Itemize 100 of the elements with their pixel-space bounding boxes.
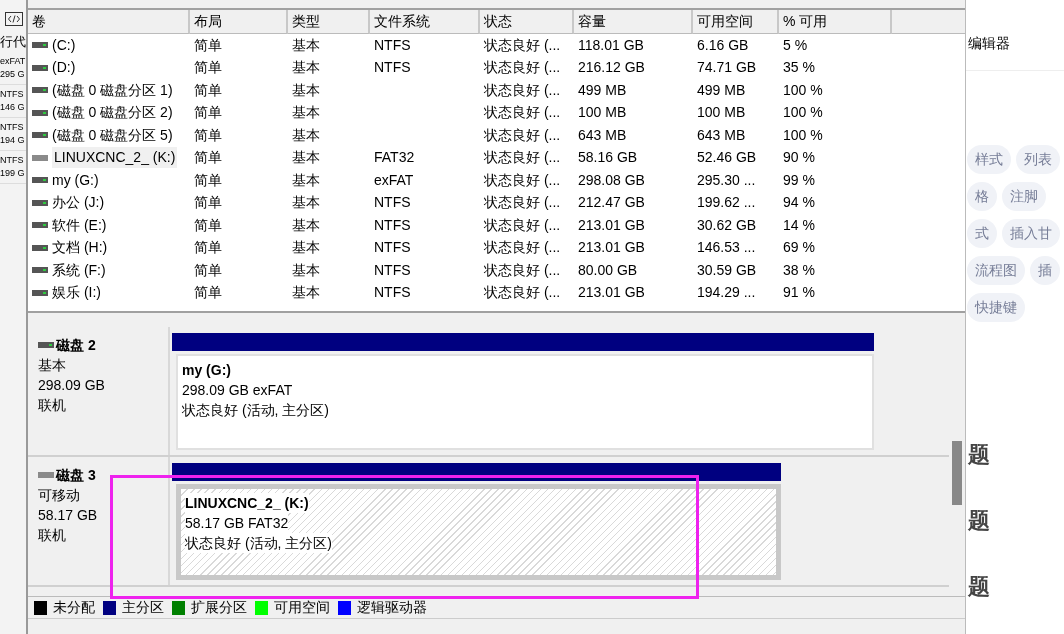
table-cell-text: 118.01 GB bbox=[578, 35, 644, 55]
table-cell-text: 295.30 ... bbox=[697, 170, 756, 190]
table-cell-text: 212.47 GB bbox=[578, 193, 645, 213]
table-cell[interactable]: LINUXCNC_2_ (K:) bbox=[52, 147, 178, 169]
table-cell-text: 14 % bbox=[783, 215, 815, 235]
column-header[interactable]: 文件系统 bbox=[370, 10, 480, 34]
table-cell-text: 499 MB bbox=[697, 80, 746, 100]
background-text: 295 G bbox=[0, 67, 26, 81]
tag-chip[interactable]: 插入甘 bbox=[1002, 219, 1060, 248]
column-header[interactable]: 类型 bbox=[288, 10, 370, 34]
table-cell[interactable]: (磁盘 0 磁盘分区 1) bbox=[52, 79, 173, 101]
table-cell-text: 35 % bbox=[783, 58, 815, 78]
column-header[interactable]: 容量 bbox=[574, 10, 693, 34]
table-cell-text: 简单 bbox=[194, 215, 222, 235]
tag-chip[interactable]: 样式 bbox=[967, 145, 1011, 174]
table-cell[interactable]: 软件 (E:) bbox=[52, 214, 107, 236]
page-heading: 题 bbox=[968, 442, 990, 468]
table-cell-text: 基本 bbox=[292, 283, 320, 303]
background-text: 194 G bbox=[0, 133, 26, 147]
disk-type: 可移动 bbox=[38, 486, 81, 505]
table-cell-text: 90 % bbox=[783, 148, 815, 168]
table-cell-text: NTFS bbox=[374, 193, 411, 213]
table-cell-text: 状态良好 (... bbox=[484, 260, 561, 280]
table-cell-text: 30.62 GB bbox=[697, 215, 757, 235]
table-cell[interactable]: (D:) bbox=[52, 57, 76, 79]
table-cell-text: FAT32 bbox=[374, 148, 415, 168]
table-cell[interactable]: 文档 (H:) bbox=[52, 237, 108, 259]
table-cell[interactable]: (磁盘 0 磁盘分区 2) bbox=[52, 102, 173, 124]
legend-label: 逻辑驱动器 bbox=[357, 598, 427, 617]
table-cell-text: 简单 bbox=[194, 125, 222, 145]
background-text: NTFS bbox=[0, 120, 25, 134]
table-cell[interactable]: (C:) bbox=[52, 34, 76, 56]
table-cell-text: 基本 bbox=[292, 193, 320, 213]
table-cell[interactable]: my (G:) bbox=[52, 169, 99, 191]
table-cell-text: 基本 bbox=[292, 80, 320, 100]
drive-icon bbox=[32, 87, 48, 94]
table-cell-text: 213.01 GB bbox=[578, 283, 645, 303]
drive-icon bbox=[32, 244, 48, 251]
table-cell-text: 5 % bbox=[783, 35, 808, 55]
table-cell-text: 简单 bbox=[194, 80, 222, 100]
table-cell[interactable]: (磁盘 0 磁盘分区 5) bbox=[52, 124, 173, 146]
column-header[interactable]: 卷 bbox=[28, 10, 190, 34]
drive-icon bbox=[32, 177, 48, 184]
table-cell-text: 216.12 GB bbox=[578, 58, 645, 78]
table-cell-text: NTFS bbox=[374, 215, 411, 235]
table-cell-text: 基本 bbox=[292, 125, 320, 145]
partition-block[interactable]: my (G:) 298.09 GB exFAT 状态良好 (活动, 主分区) bbox=[176, 354, 874, 450]
column-header[interactable]: 可用空间 bbox=[693, 10, 779, 34]
tag-chip[interactable]: 流程图 bbox=[967, 256, 1025, 285]
table-cell-text: 基本 bbox=[292, 58, 320, 78]
table-cell-text: 简单 bbox=[194, 238, 222, 258]
partition-info: 58.17 GB FAT32 bbox=[185, 513, 289, 533]
table-cell-text: 100 MB bbox=[578, 103, 627, 123]
tag-chip[interactable]: 格 bbox=[967, 182, 997, 211]
table-cell-text: 状态良好 (... bbox=[484, 125, 561, 145]
disk-name: 磁盘 2 bbox=[56, 336, 96, 355]
column-header[interactable]: 布局 bbox=[190, 10, 288, 34]
table-cell-text: 简单 bbox=[194, 103, 222, 123]
disk-size: 58.17 GB bbox=[38, 506, 99, 525]
table-cell[interactable]: 娱乐 (I:) bbox=[52, 282, 101, 304]
page-heading: 题 bbox=[968, 508, 990, 534]
table-cell-text: 643 MB bbox=[697, 125, 746, 145]
table-cell[interactable]: 系统 (F:) bbox=[52, 259, 106, 281]
table-cell-text: exFAT bbox=[374, 170, 414, 190]
drive-icon bbox=[32, 199, 48, 206]
tag-chip[interactable]: 式 bbox=[967, 219, 997, 248]
partition-title: LINUXCNC_2_ (K:) bbox=[185, 493, 309, 513]
table-cell-text: 58.16 GB bbox=[578, 148, 638, 168]
table-cell-text: 146.53 ... bbox=[697, 238, 756, 258]
drive-icon bbox=[32, 132, 48, 139]
table-cell-text: NTFS bbox=[374, 35, 411, 55]
table-cell-text: 6.16 GB bbox=[697, 35, 749, 55]
table-cell-text: 状态良好 (... bbox=[484, 170, 561, 190]
table-cell-text: NTFS bbox=[374, 238, 411, 258]
background-text: exFAT bbox=[0, 54, 26, 68]
table-cell-text: 简单 bbox=[194, 170, 222, 190]
column-header[interactable]: 状态 bbox=[480, 10, 574, 34]
table-cell-text: 状态良好 (... bbox=[484, 148, 561, 168]
table-cell-text: 状态良好 (... bbox=[484, 215, 561, 235]
background-text: 199 G bbox=[0, 166, 26, 180]
table-cell-text: 基本 bbox=[292, 103, 320, 123]
tag-chip[interactable]: 快捷键 bbox=[967, 293, 1025, 322]
table-cell-text: 简单 bbox=[194, 58, 222, 78]
partition-status: 状态良好 (活动, 主分区) bbox=[182, 400, 329, 420]
table-cell-text: 74.71 GB bbox=[697, 58, 757, 78]
table-cell-text: 38 % bbox=[783, 260, 815, 280]
tag-chip[interactable]: 注脚 bbox=[1002, 182, 1046, 211]
column-header[interactable]: % 可用 bbox=[779, 10, 892, 34]
table-cell-text: 基本 bbox=[292, 170, 320, 190]
tag-chip[interactable]: 列表 bbox=[1016, 145, 1060, 174]
partition-block[interactable]: LINUXCNC_2_ (K:) 58.17 GB FAT32 状态良好 (活动, 主分区) bbox=[176, 484, 781, 580]
table-cell-text: 30.59 GB bbox=[697, 260, 757, 280]
tag-chip[interactable]: 插 bbox=[1030, 256, 1060, 285]
table-cell-text: 状态良好 (... bbox=[484, 103, 561, 123]
table-cell-text: 100 % bbox=[783, 125, 823, 145]
table-cell-text: 简单 bbox=[194, 283, 222, 303]
table-cell-text: 简单 bbox=[194, 193, 222, 213]
background-text: 行代 bbox=[0, 33, 26, 51]
table-cell[interactable]: 办公 (J:) bbox=[52, 192, 105, 214]
table-cell-text: 194.29 ... bbox=[697, 283, 756, 303]
